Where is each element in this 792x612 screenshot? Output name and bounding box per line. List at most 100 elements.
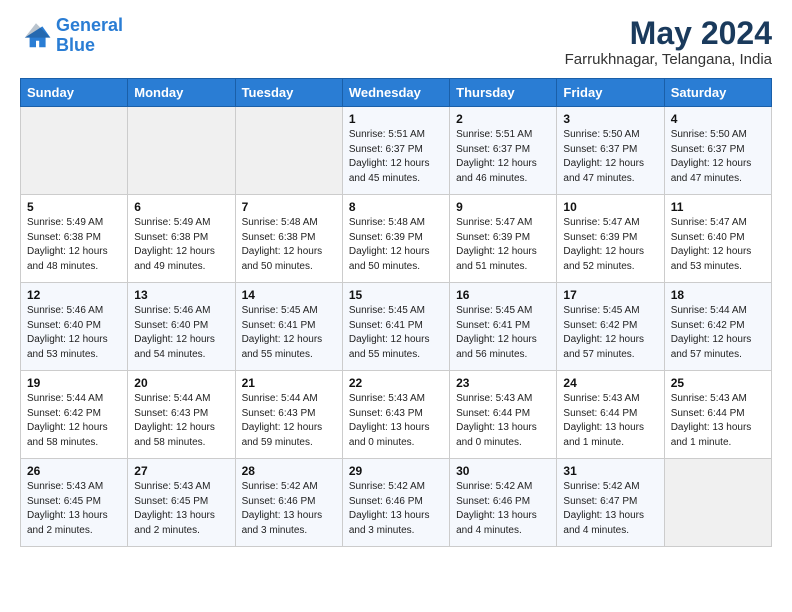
day-info: Sunrise: 5:45 AM Sunset: 6:41 PM Dayligh… [456, 304, 550, 362]
day-cell: 19 Sunrise: 5:44 AM Sunset: 6:42 PM Dayli… [21, 371, 128, 459]
logo-line2: Blue [56, 35, 95, 55]
day-info: Sunrise: 5:43 AM Sunset: 6:43 PM Dayligh… [349, 392, 443, 450]
day-number: 10 [563, 200, 657, 214]
header-cell-monday: Monday [128, 79, 235, 107]
day-info: Sunrise: 5:45 AM Sunset: 6:41 PM Dayligh… [349, 304, 443, 362]
day-number: 21 [242, 376, 336, 390]
main-title: May 2024 [565, 16, 772, 51]
day-number: 22 [349, 376, 443, 390]
day-cell: 14 Sunrise: 5:45 AM Sunset: 6:41 PM Dayli… [235, 283, 342, 371]
day-cell: 15 Sunrise: 5:45 AM Sunset: 6:41 PM Dayli… [342, 283, 449, 371]
day-cell: 30 Sunrise: 5:42 AM Sunset: 6:46 PM Dayli… [450, 459, 557, 547]
day-cell: 31 Sunrise: 5:42 AM Sunset: 6:47 PM Dayli… [557, 459, 664, 547]
day-info: Sunrise: 5:42 AM Sunset: 6:46 PM Dayligh… [456, 480, 550, 538]
day-cell: 22 Sunrise: 5:43 AM Sunset: 6:43 PM Dayli… [342, 371, 449, 459]
day-number: 1 [349, 112, 443, 126]
calendar-table: SundayMondayTuesdayWednesdayThursdayFrid… [20, 78, 772, 547]
day-info: Sunrise: 5:47 AM Sunset: 6:39 PM Dayligh… [563, 216, 657, 274]
day-cell: 25Sunrise: 5:43 AM Sunset: 6:44 PM Dayli… [664, 371, 771, 459]
day-cell [128, 107, 235, 195]
day-number: 23 [456, 376, 550, 390]
day-info: Sunrise: 5:48 AM Sunset: 6:38 PM Dayligh… [242, 216, 336, 274]
day-cell: 4Sunrise: 5:50 AM Sunset: 6:37 PM Daylig… [664, 107, 771, 195]
day-number: 19 [27, 376, 121, 390]
day-number: 14 [242, 288, 336, 302]
day-number: 3 [563, 112, 657, 126]
week-row-0: 1 Sunrise: 5:51 AM Sunset: 6:37 PM Daylig… [21, 107, 772, 195]
header: General Blue May 2024 Farrukhnagar, Tela… [20, 16, 772, 68]
logo-text: General Blue [56, 16, 123, 56]
day-info: Sunrise: 5:46 AM Sunset: 6:40 PM Dayligh… [27, 304, 121, 362]
header-row: SundayMondayTuesdayWednesdayThursdayFrid… [21, 79, 772, 107]
day-number: 27 [134, 464, 228, 478]
day-cell: 29Sunrise: 5:42 AM Sunset: 6:46 PM Dayli… [342, 459, 449, 547]
day-info: Sunrise: 5:51 AM Sunset: 6:37 PM Dayligh… [349, 128, 443, 186]
day-number: 20 [134, 376, 228, 390]
header-cell-thursday: Thursday [450, 79, 557, 107]
day-cell: 10 Sunrise: 5:47 AM Sunset: 6:39 PM Dayli… [557, 195, 664, 283]
subtitle: Farrukhnagar, Telangana, India [565, 51, 772, 68]
day-info: Sunrise: 5:45 AM Sunset: 6:41 PM Dayligh… [242, 304, 336, 362]
day-number: 28 [242, 464, 336, 478]
day-info: Sunrise: 5:51 AM Sunset: 6:37 PM Dayligh… [456, 128, 550, 186]
day-info: Sunrise: 5:42 AM Sunset: 6:46 PM Dayligh… [242, 480, 336, 538]
day-info: Sunrise: 5:44 AM Sunset: 6:42 PM Dayligh… [27, 392, 121, 450]
day-info: Sunrise: 5:43 AM Sunset: 6:44 PM Dayligh… [563, 392, 657, 450]
day-info: Sunrise: 5:43 AM Sunset: 6:45 PM Dayligh… [27, 480, 121, 538]
day-cell: 5 Sunrise: 5:49 AM Sunset: 6:38 PM Daylig… [21, 195, 128, 283]
week-row-1: 5 Sunrise: 5:49 AM Sunset: 6:38 PM Daylig… [21, 195, 772, 283]
day-cell: 3Sunrise: 5:50 AM Sunset: 6:37 PM Daylig… [557, 107, 664, 195]
day-number: 31 [563, 464, 657, 478]
day-number: 7 [242, 200, 336, 214]
day-number: 2 [456, 112, 550, 126]
header-cell-friday: Friday [557, 79, 664, 107]
day-number: 6 [134, 200, 228, 214]
day-cell: 16Sunrise: 5:45 AM Sunset: 6:41 PM Dayli… [450, 283, 557, 371]
day-number: 12 [27, 288, 121, 302]
day-number: 13 [134, 288, 228, 302]
day-number: 25 [671, 376, 765, 390]
day-cell: 18Sunrise: 5:44 AM Sunset: 6:42 PM Dayli… [664, 283, 771, 371]
day-cell: 12 Sunrise: 5:46 AM Sunset: 6:40 PM Dayli… [21, 283, 128, 371]
day-info: Sunrise: 5:49 AM Sunset: 6:38 PM Dayligh… [27, 216, 121, 274]
day-info: Sunrise: 5:44 AM Sunset: 6:43 PM Dayligh… [134, 392, 228, 450]
day-number: 9 [456, 200, 550, 214]
header-cell-saturday: Saturday [664, 79, 771, 107]
day-number: 5 [27, 200, 121, 214]
header-cell-sunday: Sunday [21, 79, 128, 107]
day-cell [664, 459, 771, 547]
week-row-3: 19 Sunrise: 5:44 AM Sunset: 6:42 PM Dayli… [21, 371, 772, 459]
week-row-4: 26 Sunrise: 5:43 AM Sunset: 6:45 PM Dayli… [21, 459, 772, 547]
day-info: Sunrise: 5:47 AM Sunset: 6:39 PM Dayligh… [456, 216, 550, 274]
day-number: 17 [563, 288, 657, 302]
header-cell-tuesday: Tuesday [235, 79, 342, 107]
day-number: 8 [349, 200, 443, 214]
day-info: Sunrise: 5:45 AM Sunset: 6:42 PM Dayligh… [563, 304, 657, 362]
day-number: 15 [349, 288, 443, 302]
day-number: 30 [456, 464, 550, 478]
day-cell: 9 Sunrise: 5:47 AM Sunset: 6:39 PM Daylig… [450, 195, 557, 283]
day-info: Sunrise: 5:43 AM Sunset: 6:45 PM Dayligh… [134, 480, 228, 538]
day-info: Sunrise: 5:48 AM Sunset: 6:39 PM Dayligh… [349, 216, 443, 274]
day-number: 26 [27, 464, 121, 478]
week-row-2: 12 Sunrise: 5:46 AM Sunset: 6:40 PM Dayli… [21, 283, 772, 371]
day-info: Sunrise: 5:49 AM Sunset: 6:38 PM Dayligh… [134, 216, 228, 274]
day-cell: 24Sunrise: 5:43 AM Sunset: 6:44 PM Dayli… [557, 371, 664, 459]
day-info: Sunrise: 5:46 AM Sunset: 6:40 PM Dayligh… [134, 304, 228, 362]
day-number: 11 [671, 200, 765, 214]
day-info: Sunrise: 5:42 AM Sunset: 6:46 PM Dayligh… [349, 480, 443, 538]
day-info: Sunrise: 5:44 AM Sunset: 6:43 PM Dayligh… [242, 392, 336, 450]
day-cell: 17 Sunrise: 5:45 AM Sunset: 6:42 PM Dayli… [557, 283, 664, 371]
day-info: Sunrise: 5:42 AM Sunset: 6:47 PM Dayligh… [563, 480, 657, 538]
logo-icon [20, 20, 52, 52]
day-cell: 8 Sunrise: 5:48 AM Sunset: 6:39 PM Daylig… [342, 195, 449, 283]
title-block: May 2024 Farrukhnagar, Telangana, India [565, 16, 772, 68]
day-cell [235, 107, 342, 195]
day-number: 4 [671, 112, 765, 126]
day-cell: 27 Sunrise: 5:43 AM Sunset: 6:45 PM Dayli… [128, 459, 235, 547]
day-cell: 13 Sunrise: 5:46 AM Sunset: 6:40 PM Dayli… [128, 283, 235, 371]
day-number: 18 [671, 288, 765, 302]
day-info: Sunrise: 5:47 AM Sunset: 6:40 PM Dayligh… [671, 216, 765, 274]
logo: General Blue [20, 16, 123, 56]
day-cell: 26 Sunrise: 5:43 AM Sunset: 6:45 PM Dayli… [21, 459, 128, 547]
